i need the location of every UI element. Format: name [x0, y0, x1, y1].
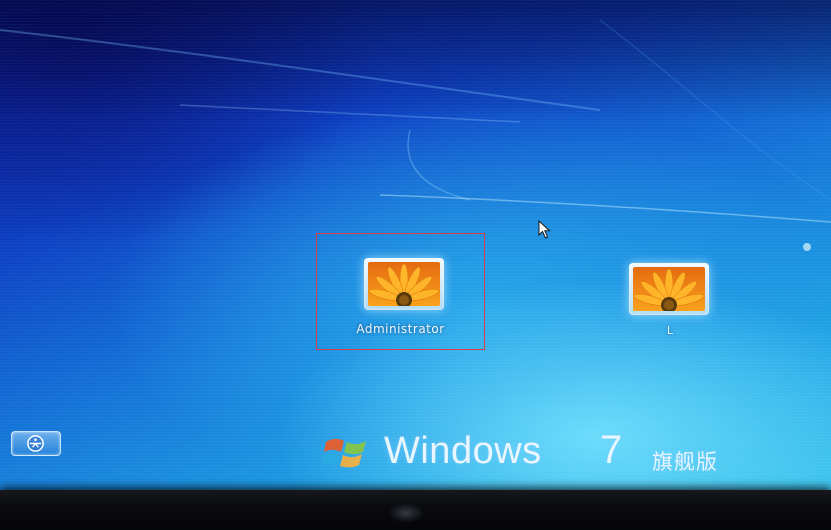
windows-branding: Windows 7 旗舰版	[322, 428, 762, 476]
user-name-label: L	[666, 324, 674, 337]
user-picture	[629, 263, 709, 315]
monitor-logo	[388, 503, 424, 523]
user-picture	[364, 258, 444, 310]
user-tile-l[interactable]: L	[627, 260, 713, 342]
windows-wordmark: Windows	[384, 430, 542, 472]
monitor-bezel	[0, 490, 831, 530]
flower-picture-icon	[368, 262, 440, 306]
user-tile-administrator[interactable]: Administrator	[316, 233, 485, 350]
screen-glare-dot	[803, 243, 811, 251]
windows-flag-logo	[322, 438, 366, 468]
logon-screen: Administrator L Windows 7 旗舰版	[0, 0, 831, 496]
user-name-label: Administrator	[356, 322, 445, 336]
ease-of-access-icon	[27, 435, 44, 452]
flower-picture-icon	[633, 267, 705, 311]
windows-edition: 旗舰版	[652, 450, 718, 474]
mouse-pointer-icon	[538, 220, 551, 239]
windows-version: 7	[600, 428, 623, 472]
ease-of-access-button[interactable]	[11, 431, 61, 456]
